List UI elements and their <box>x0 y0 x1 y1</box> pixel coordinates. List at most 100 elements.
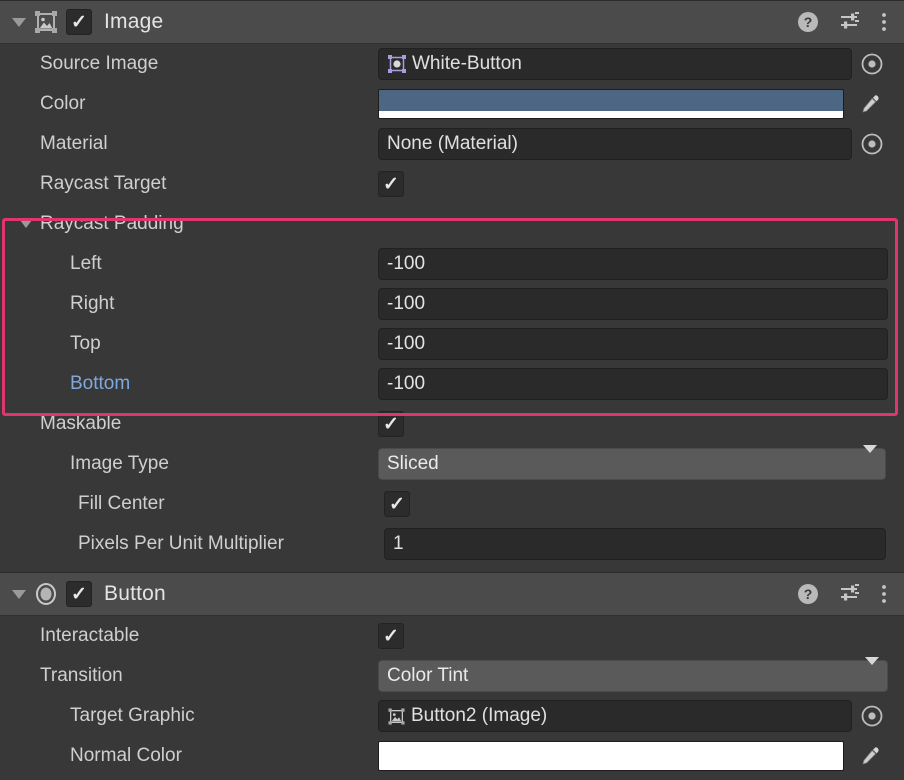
check-icon: ✓ <box>383 173 399 195</box>
transition-field-area: Color Tint <box>378 657 888 692</box>
source-image-label: Source Image <box>40 53 159 74</box>
chevron-down-icon <box>20 220 32 228</box>
source-image-field-area: White-Button <box>378 48 888 80</box>
raycast-padding-bottom-value: -100 <box>387 373 426 394</box>
color-swatch-alpha <box>379 111 843 118</box>
button-foldout-toggle[interactable] <box>10 572 28 616</box>
row-raycast-padding[interactable]: Raycast Padding <box>0 204 904 244</box>
check-icon: ✓ <box>383 413 399 435</box>
row-material: Material None (Material) <box>0 124 904 164</box>
svg-text:?: ? <box>804 14 813 30</box>
chevron-down-icon <box>12 17 26 27</box>
image-type-dropdown[interactable]: Sliced <box>378 445 886 480</box>
chevron-down-icon <box>865 657 879 687</box>
raycast-padding-right-input[interactable]: -100 <box>378 288 888 320</box>
object-picker-icon[interactable] <box>856 128 888 160</box>
transition-label: Transition <box>40 665 123 686</box>
material-value: None (Material) <box>387 133 518 154</box>
source-image-field[interactable]: White-Button <box>378 48 852 80</box>
raycast-padding-left-label: Left <box>70 253 102 274</box>
raycast-padding-label: Raycast Padding <box>40 213 184 234</box>
interactable-field-area: ✓ <box>378 623 888 649</box>
raycast-padding-foldout[interactable] <box>14 220 38 228</box>
chevron-down-icon <box>12 589 26 599</box>
more-menu-icon[interactable] <box>880 10 888 34</box>
row-transition: Transition Color Tint <box>0 656 904 696</box>
source-image-value: White-Button <box>412 53 522 74</box>
button-circle-icon <box>32 580 60 608</box>
fill-center-checkbox[interactable]: ✓ <box>384 491 410 517</box>
interactable-label: Interactable <box>40 625 140 646</box>
image-type-value: Sliced <box>387 453 439 474</box>
raycast-padding-bottom-input[interactable]: -100 <box>378 368 888 400</box>
preset-icon[interactable] <box>838 582 862 606</box>
transition-dropdown[interactable]: Color Tint <box>378 657 888 692</box>
pixels-per-unit-multiplier-field-area: 1 <box>384 528 886 560</box>
help-icon[interactable]: ? <box>796 582 820 606</box>
image-enabled-checkbox[interactable]: ✓ <box>66 9 92 35</box>
image-component-title: Image <box>104 10 164 33</box>
image-type-label: Image Type <box>70 453 169 474</box>
image-sprite-icon <box>32 8 60 36</box>
material-field-area: None (Material) <box>378 128 888 160</box>
normal-color-field-area <box>378 740 888 772</box>
material-field[interactable]: None (Material) <box>378 128 852 160</box>
row-fill-center: Fill Center ✓ <box>0 484 904 524</box>
color-field-area <box>378 88 888 120</box>
check-icon: ✓ <box>71 583 87 605</box>
object-picker-icon[interactable] <box>856 48 888 80</box>
raycast-target-checkbox[interactable]: ✓ <box>378 171 404 197</box>
button-component-header[interactable]: ✓ Button ? <box>0 572 904 616</box>
object-picker-icon[interactable] <box>856 700 888 732</box>
check-icon: ✓ <box>389 493 405 515</box>
target-graphic-label: Target Graphic <box>70 705 195 726</box>
raycast-target-label: Raycast Target <box>40 173 167 194</box>
raycast-padding-right-field-area: -100 <box>378 288 888 320</box>
normal-color-label: Normal Color <box>70 745 182 766</box>
transition-value: Color Tint <box>387 665 469 686</box>
check-icon: ✓ <box>383 625 399 647</box>
row-source-image: Source Image White-Button <box>0 44 904 84</box>
preset-icon[interactable] <box>838 10 862 34</box>
normal-color-swatch-rgb <box>379 742 843 770</box>
maskable-checkbox[interactable]: ✓ <box>378 411 404 437</box>
row-raycast-padding-top: Top -100 <box>0 324 904 364</box>
pixels-per-unit-multiplier-input[interactable]: 1 <box>384 528 886 560</box>
image-sprite-icon <box>387 707 406 726</box>
raycast-target-field-area: ✓ <box>378 171 888 197</box>
row-pixels-per-unit-multiplier: Pixels Per Unit Multiplier 1 <box>0 524 904 564</box>
target-graphic-value: Button2 (Image) <box>411 705 548 726</box>
raycast-padding-top-value: -100 <box>387 333 426 354</box>
image-component-header[interactable]: ✓ Image ? <box>0 0 904 44</box>
button-enabled-checkbox[interactable]: ✓ <box>66 581 92 607</box>
image-type-field-area: Sliced <box>378 445 886 480</box>
button-component-title: Button <box>104 582 166 605</box>
material-label: Material <box>40 133 108 154</box>
image-foldout-toggle[interactable] <box>10 0 28 44</box>
more-menu-icon[interactable] <box>880 582 888 606</box>
row-interactable: Interactable ✓ <box>0 616 904 656</box>
raycast-padding-left-value: -100 <box>387 253 426 274</box>
raycast-padding-top-input[interactable]: -100 <box>378 328 888 360</box>
row-image-type: Image Type Sliced <box>0 444 904 484</box>
raycast-padding-bottom-label: Bottom <box>70 373 131 394</box>
target-graphic-field[interactable]: Button2 (Image) <box>378 700 852 732</box>
help-icon[interactable]: ? <box>796 10 820 34</box>
row-target-graphic: Target Graphic Button2 (Image) <box>0 696 904 736</box>
raycast-padding-bottom-field-area: -100 <box>378 368 888 400</box>
target-graphic-field-area: Button2 (Image) <box>378 700 888 732</box>
unity-inspector-panel: ✓ Image ? Source Image White-Button Colo… <box>0 0 904 780</box>
pixels-per-unit-multiplier-value: 1 <box>393 533 404 554</box>
button-header-actions: ? <box>796 582 892 606</box>
sprite-asset-icon <box>387 54 407 74</box>
color-label: Color <box>40 93 86 114</box>
eyedropper-icon[interactable] <box>850 740 888 772</box>
svg-text:?: ? <box>804 586 813 602</box>
normal-color-swatch[interactable] <box>378 741 844 771</box>
color-swatch[interactable] <box>378 89 844 119</box>
eyedropper-icon[interactable] <box>850 88 888 120</box>
interactable-checkbox[interactable]: ✓ <box>378 623 404 649</box>
raycast-padding-left-input[interactable]: -100 <box>378 248 888 280</box>
row-maskable: Maskable ✓ <box>0 404 904 444</box>
chevron-down-icon <box>863 445 877 475</box>
